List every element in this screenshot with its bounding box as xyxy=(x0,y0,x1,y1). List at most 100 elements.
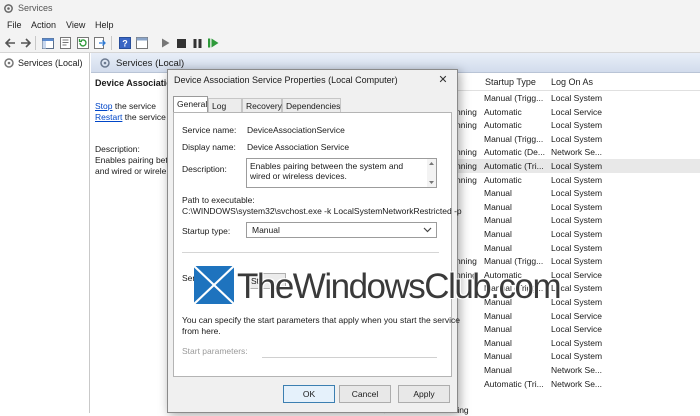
services-list-header: Startup Type Log On As xyxy=(440,73,700,91)
service-startup-type: Manual xyxy=(484,324,512,335)
description-label: Description: xyxy=(95,144,140,154)
selected-service-title: Device Associatio xyxy=(95,78,171,88)
service-startup-type: Manual xyxy=(484,351,512,362)
menu-file[interactable]: File xyxy=(7,20,22,30)
ok-button[interactable]: OK xyxy=(283,385,335,403)
forward-icon[interactable] xyxy=(18,36,32,50)
display-name-label: Display name: xyxy=(182,142,236,152)
table-row[interactable]: nning Automatic Local Service xyxy=(440,105,700,119)
service-log-on-as: Network Se... xyxy=(551,147,603,158)
service-startup-type: Manual xyxy=(484,215,512,226)
services-header-icon xyxy=(100,58,110,68)
description-scrollbar[interactable] xyxy=(427,159,436,187)
table-row[interactable]: Manual Local System xyxy=(440,227,700,241)
table-row[interactable]: nning Automatic (Tri... Local System xyxy=(440,159,700,173)
table-row[interactable]: Manual Local System xyxy=(440,349,700,363)
apply-button[interactable]: Apply xyxy=(398,385,450,403)
column-log-on-as[interactable]: Log On As xyxy=(551,77,593,87)
table-row[interactable]: Manual Local System xyxy=(440,213,700,227)
tab-log-on[interactable]: Log On xyxy=(208,98,242,121)
table-row[interactable]: Automatic (Tri... Network Se... xyxy=(440,377,700,391)
description-line-2: and wired or wirele xyxy=(95,166,167,176)
restart-service-link[interactable]: Restart xyxy=(95,112,122,122)
table-row[interactable]: Manual Local System xyxy=(440,336,700,350)
export-icon[interactable] xyxy=(93,36,107,50)
tab-recovery[interactable]: Recovery xyxy=(242,98,282,113)
table-row[interactable]: Manual Local Service xyxy=(440,309,700,323)
toolbar: ? xyxy=(0,33,700,53)
service-name-value: DeviceAssociationService xyxy=(247,125,345,135)
description-pane: Device Associatio Stop the service Resta… xyxy=(91,73,171,413)
service-startup-type: Manual xyxy=(484,188,512,199)
close-icon[interactable]: ✕ xyxy=(435,73,451,87)
console-tree-icon[interactable] xyxy=(41,36,55,50)
service-log-on-as: Network Se... xyxy=(551,378,603,389)
note-line-1: You can specify the start parameters tha… xyxy=(182,315,460,325)
description-textbox[interactable]: Enables pairing between the system and w… xyxy=(246,158,437,188)
table-row[interactable]: nning Automatic Local System xyxy=(440,118,700,132)
service-startup-type: Manual (Trigg... xyxy=(484,133,544,144)
restart-service-line: Restart the service xyxy=(95,112,166,122)
chevron-down-icon xyxy=(423,224,432,239)
service-startup-type: Automatic xyxy=(484,120,522,131)
stop-icon[interactable] xyxy=(174,36,188,50)
path-label: Path to executable: xyxy=(182,195,255,205)
cancel-button[interactable]: Cancel xyxy=(339,385,391,403)
menu-view[interactable]: View xyxy=(66,20,85,30)
table-row[interactable]: nning Automatic Local System xyxy=(440,173,700,187)
path-value: C:\WINDOWS\system32\svchost.exe -k Local… xyxy=(182,206,462,216)
watermark-text: TheWindowsClub.com xyxy=(237,267,562,306)
service-log-on-as: Local System xyxy=(551,229,603,239)
play-icon[interactable] xyxy=(158,36,172,50)
table-row[interactable]: Manual Local System xyxy=(440,200,700,214)
watermark: TheWindowsClub.com xyxy=(193,265,643,306)
service-name-label: Service name: xyxy=(182,125,237,135)
service-startup-type: Automatic xyxy=(484,106,522,117)
tree-item-services-local[interactable]: Services (Local) xyxy=(3,57,83,69)
pause-icon[interactable] xyxy=(190,36,204,50)
service-log-on-as: Local System xyxy=(551,242,603,253)
console-icon[interactable] xyxy=(135,36,149,50)
startup-type-select[interactable]: Manual xyxy=(246,222,437,238)
table-row[interactable]: Manual Local Service xyxy=(440,322,700,336)
service-log-on-as: Local System xyxy=(551,161,603,171)
refresh-icon[interactable] xyxy=(76,36,90,50)
back-icon[interactable] xyxy=(3,36,17,50)
table-row[interactable]: Manual (Trigg... Local System xyxy=(440,91,700,105)
help-icon[interactable]: ? xyxy=(118,36,132,50)
service-log-on-as: Local System xyxy=(551,215,603,226)
table-row[interactable]: Manual Local System xyxy=(440,186,700,200)
console-tree: Services (Local) xyxy=(0,53,90,413)
properties-dialog: Device Association Service Properties (L… xyxy=(167,69,462,413)
column-startup-type[interactable]: Startup Type xyxy=(485,77,536,87)
table-row[interactable]: Manual (Trigg... Local System xyxy=(440,132,700,146)
dialog-title: Device Association Service Properties (L… xyxy=(174,75,398,85)
menu-action[interactable]: Action xyxy=(31,20,56,30)
description-text: Enables pairing between the system and w… xyxy=(250,161,404,181)
table-row[interactable]: nning Automatic (De... Network Se... xyxy=(440,145,700,159)
start-parameters-input[interactable] xyxy=(262,357,437,358)
tab-general[interactable]: General xyxy=(173,96,208,113)
divider xyxy=(182,252,439,253)
service-log-on-as: Local System xyxy=(551,188,603,199)
table-row[interactable]: Manual Network Se... xyxy=(440,363,700,377)
properties-sheet-icon[interactable] xyxy=(58,36,72,50)
table-row[interactable]: Manual Local System xyxy=(440,241,700,255)
service-status: nning xyxy=(456,161,477,171)
service-status: nning xyxy=(456,174,477,185)
restart-service-text: the service xyxy=(122,112,166,122)
window-title: Services xyxy=(18,3,53,13)
service-status: nning xyxy=(456,106,477,117)
description-line-1: Enables pairing bet xyxy=(95,155,168,165)
restart-icon[interactable] xyxy=(206,36,220,50)
startup-type-label: Startup type: xyxy=(182,226,231,236)
tree-item-label: Services (Local) xyxy=(18,58,83,68)
service-log-on-as: Local System xyxy=(551,201,603,212)
windows-logo-icon xyxy=(193,265,235,305)
menu-help[interactable]: Help xyxy=(95,20,114,30)
stop-service-line: Stop the service xyxy=(95,101,156,111)
service-startup-type: Manual xyxy=(484,229,512,239)
tab-dependencies[interactable]: Dependencies xyxy=(282,98,341,113)
description-field-label: Description: xyxy=(182,164,227,174)
stop-service-link[interactable]: Stop xyxy=(95,101,113,111)
